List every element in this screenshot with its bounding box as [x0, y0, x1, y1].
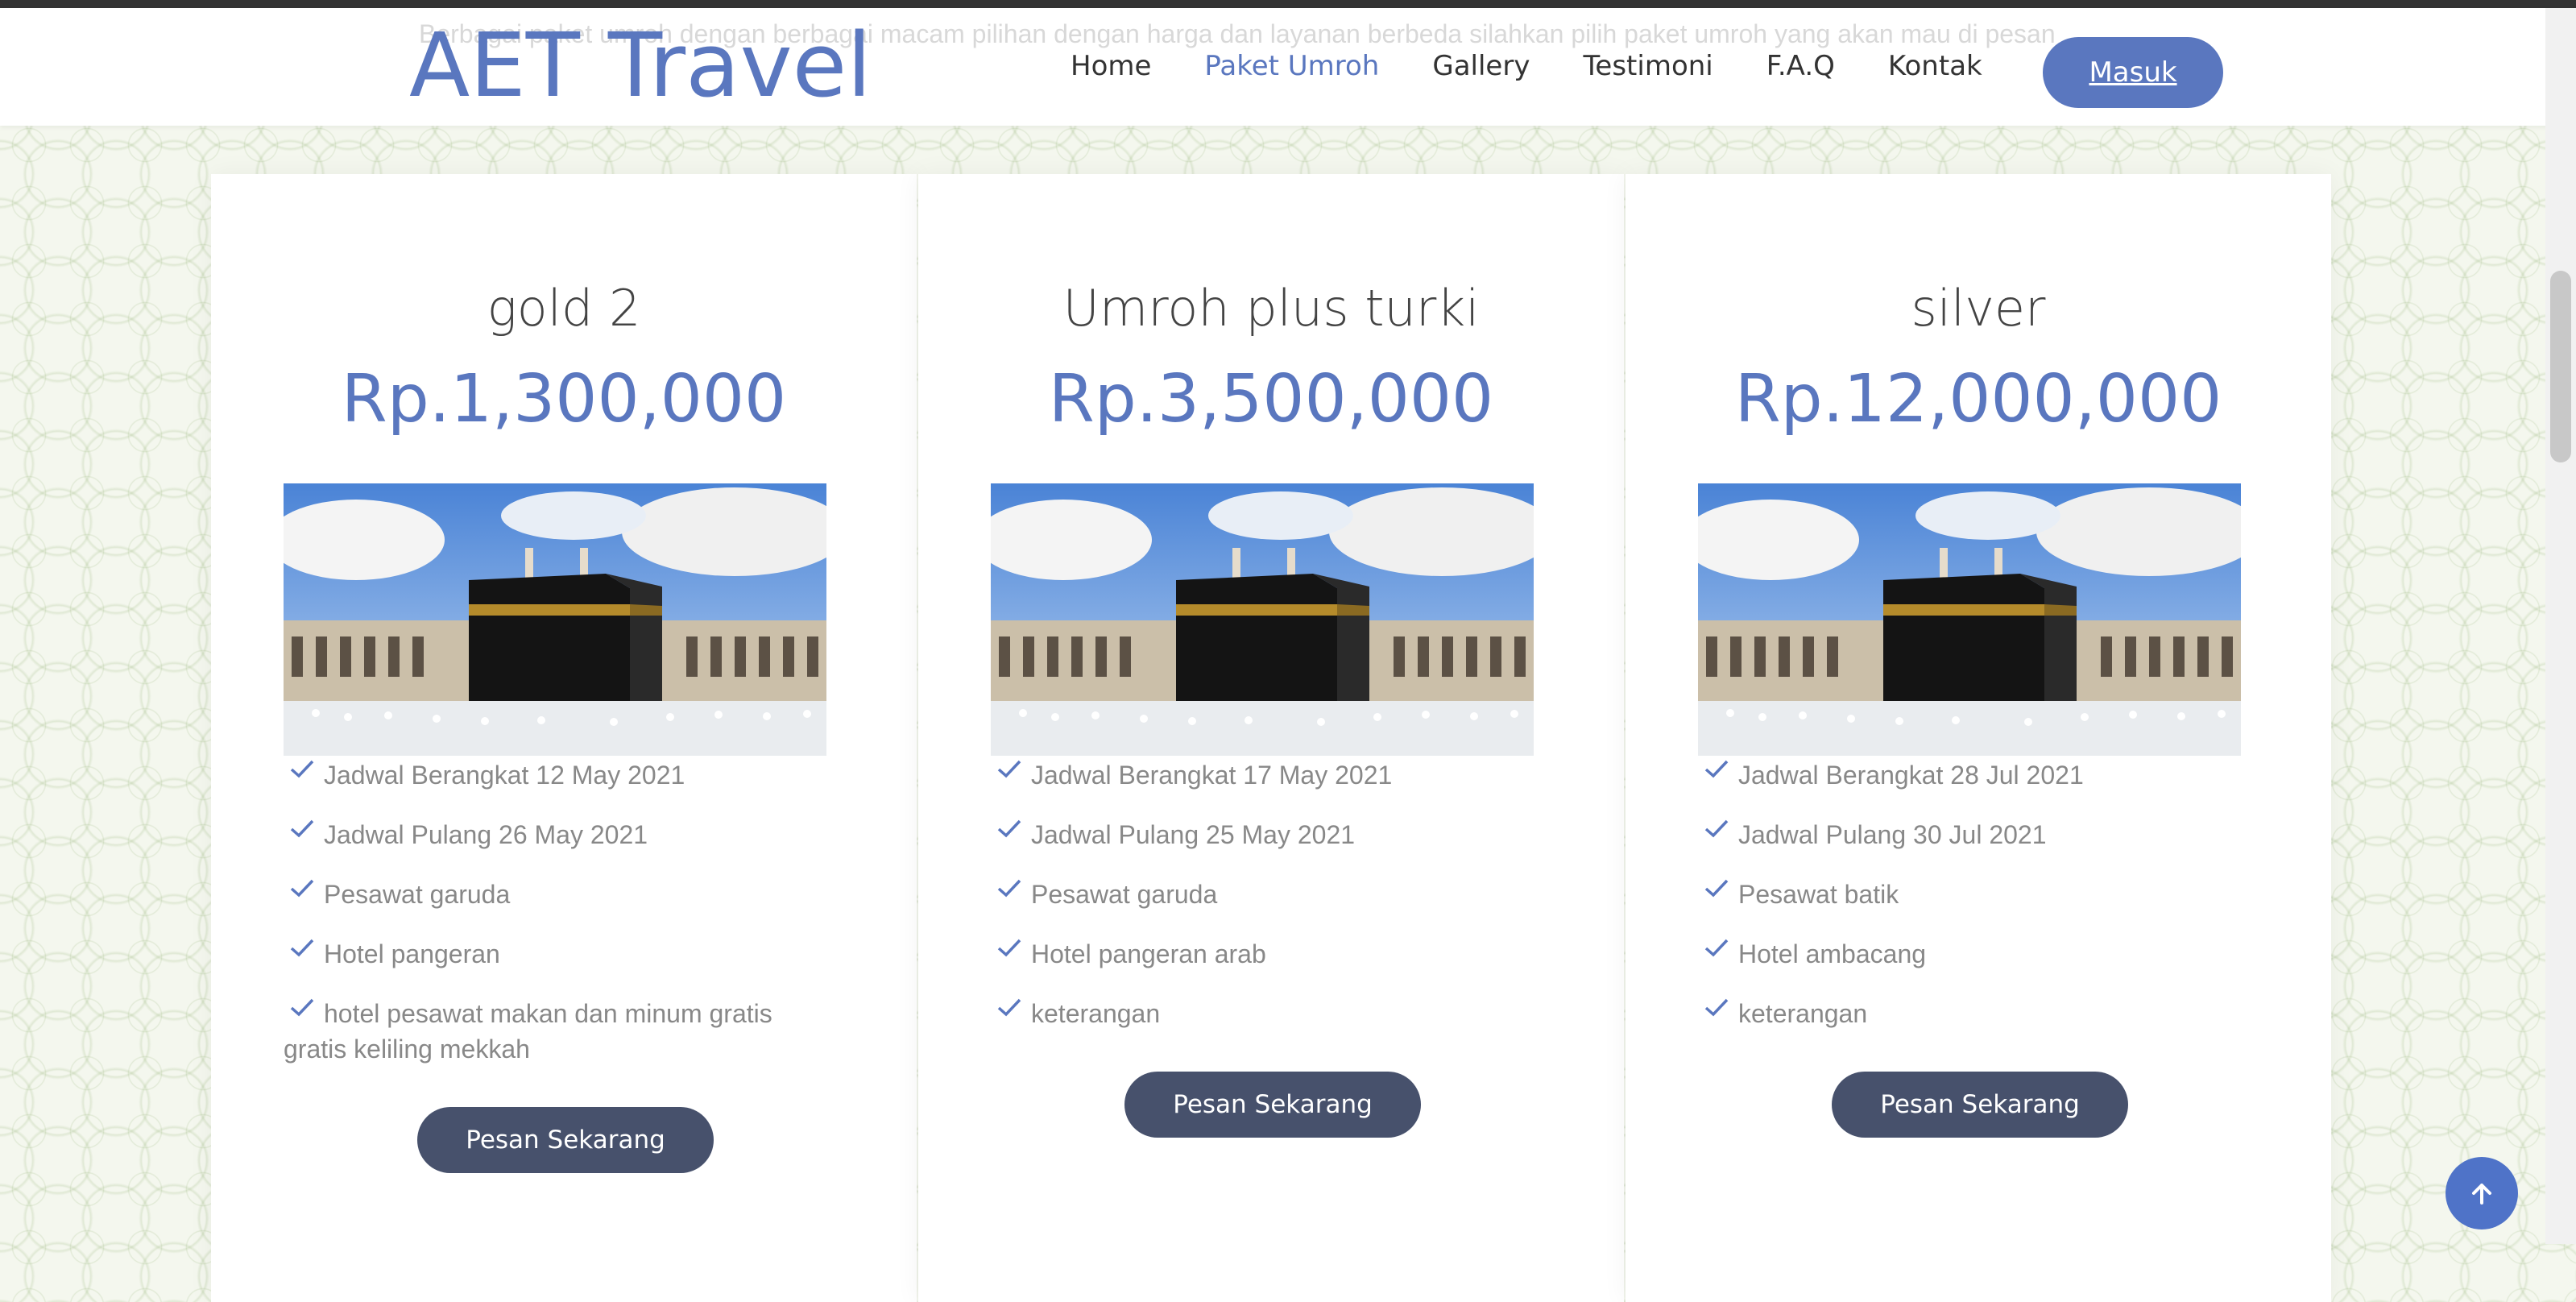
- check-icon: [997, 760, 1021, 778]
- list-item: Jadwal Pulang 26 May 2021: [284, 817, 839, 852]
- nav-gallery[interactable]: Gallery: [1406, 50, 1556, 82]
- feature-list: Jadwal Berangkat 12 May 2021 Jadwal Pula…: [284, 757, 839, 1091]
- check-icon: [290, 760, 314, 778]
- order-button[interactable]: Pesan Sekarang: [1124, 1072, 1421, 1138]
- package-card: gold 2 Rp.1,300,000 Jadwal Berangkat 12 …: [211, 174, 917, 1302]
- kaaba-image: [1698, 483, 2241, 756]
- list-item: Jadwal Pulang 25 May 2021: [991, 817, 1547, 852]
- package-price: Rp.12,000,000: [1734, 361, 2222, 437]
- package-title: Umroh plus turki: [1062, 279, 1480, 338]
- check-icon: [290, 819, 314, 838]
- feature-list: Jadwal Berangkat 28 Jul 2021 Jadwal Pula…: [1698, 757, 2254, 1055]
- brand-logo[interactable]: AET Travel: [409, 21, 872, 110]
- list-item: keterangan: [1698, 996, 2254, 1031]
- list-item: Jadwal Berangkat 28 Jul 2021: [1698, 757, 2254, 793]
- list-item: Jadwal Pulang 30 Jul 2021: [1698, 817, 2254, 852]
- nav-testimoni[interactable]: Testimoni: [1556, 50, 1739, 82]
- main-nav: Home Paket Umroh Gallery Testimoni F.A.Q…: [1044, 50, 2009, 82]
- list-item: Pesawat batik: [1698, 877, 2254, 912]
- kaaba-photo: [284, 483, 826, 756]
- arrow-up-icon: [2472, 1184, 2491, 1205]
- check-icon: [1704, 939, 1729, 957]
- window-top-bar: [0, 0, 2576, 8]
- nav-paket-umroh[interactable]: Paket Umroh: [1178, 50, 1406, 82]
- scroll-to-top-button[interactable]: [2446, 1157, 2518, 1229]
- check-icon: [997, 819, 1021, 838]
- check-icon: [997, 998, 1021, 1017]
- order-button[interactable]: Pesan Sekarang: [1832, 1072, 2128, 1138]
- package-price: Rp.1,300,000: [341, 361, 787, 437]
- list-item: hotel pesawat makan dan minum gratis gra…: [284, 996, 839, 1067]
- feature-list: Jadwal Berangkat 17 May 2021 Jadwal Pula…: [991, 757, 1547, 1055]
- kaaba-photo: [1698, 483, 2241, 756]
- check-icon: [1704, 819, 1729, 838]
- kaaba-image: [991, 483, 1534, 756]
- check-icon: [1704, 998, 1729, 1017]
- check-icon: [997, 879, 1021, 898]
- nav-home[interactable]: Home: [1044, 50, 1178, 82]
- list-item: keterangan: [991, 996, 1547, 1031]
- page-scrollbar-thumb[interactable]: [2550, 271, 2571, 462]
- package-card: Umroh plus turki Rp.3,500,000 Jadwal Ber…: [918, 174, 1624, 1302]
- list-item: Jadwal Berangkat 17 May 2021: [991, 757, 1547, 793]
- page-scrollbar-track: [2545, 8, 2576, 1244]
- nav-kontak[interactable]: Kontak: [1862, 50, 2009, 82]
- check-icon: [290, 998, 314, 1017]
- check-icon: [290, 939, 314, 957]
- kaaba-image: [284, 483, 826, 756]
- login-button[interactable]: Masuk: [2043, 37, 2223, 108]
- check-icon: [1704, 760, 1729, 778]
- list-item: Pesawat garuda: [284, 877, 839, 912]
- check-icon: [997, 939, 1021, 957]
- package-price: Rp.3,500,000: [1048, 361, 1494, 437]
- check-icon: [290, 879, 314, 898]
- list-item: Hotel pangeran: [284, 936, 839, 972]
- list-item: Hotel ambacang: [1698, 936, 2254, 972]
- kaaba-photo: [991, 483, 1534, 756]
- package-title: silver: [1911, 279, 2046, 338]
- order-button[interactable]: Pesan Sekarang: [417, 1107, 714, 1173]
- check-icon: [1704, 879, 1729, 898]
- package-title: gold 2: [487, 279, 641, 338]
- list-item: Hotel pangeran arab: [991, 936, 1547, 972]
- list-item: Pesawat garuda: [991, 877, 1547, 912]
- site-header: Berbagai paket umroh dengan berbagai mac…: [0, 8, 2576, 126]
- nav-faq[interactable]: F.A.Q: [1740, 50, 1862, 82]
- package-card: silver Rp.12,000,000 Jadwal Berangkat 28…: [1626, 174, 2331, 1302]
- list-item: Jadwal Berangkat 12 May 2021: [284, 757, 839, 793]
